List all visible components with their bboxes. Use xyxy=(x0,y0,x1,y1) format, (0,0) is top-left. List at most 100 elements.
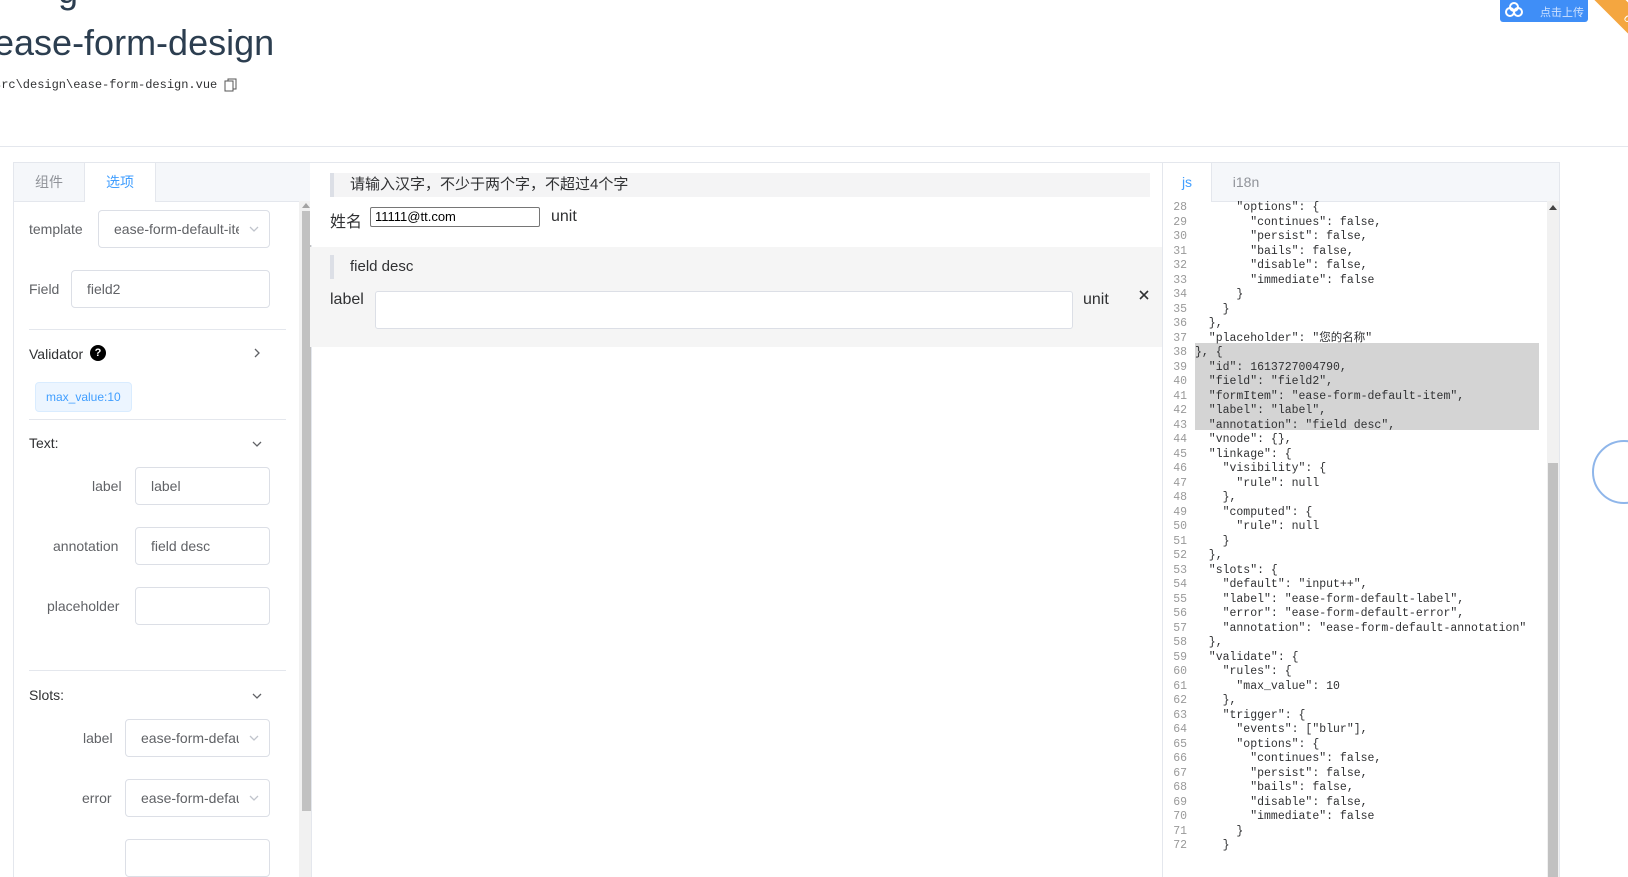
code-text: }, xyxy=(1195,317,1223,330)
code-text: "computed": { xyxy=(1195,505,1313,519)
code-text: "visibility": { xyxy=(1195,462,1327,475)
template-select[interactable]: ease-form-default-item xyxy=(98,210,270,248)
code-line: 52 }, xyxy=(1163,549,1547,564)
code-line: 39 "id": 1613727004790, xyxy=(1163,361,1547,376)
code-line: 58 }, xyxy=(1163,636,1547,651)
code-line: 53 "slots": { xyxy=(1163,564,1547,579)
line-number: 52 xyxy=(1173,549,1187,562)
code-line: 72 } xyxy=(1163,839,1547,854)
tab-i18n[interactable]: i18n xyxy=(1211,163,1281,201)
code-text: "options": { xyxy=(1195,737,1320,751)
code-line: 55 "label": "ease-form-default-label", xyxy=(1163,593,1547,608)
tab-components[interactable]: 组件 xyxy=(14,163,84,201)
code-line: 54 "default": "input++", xyxy=(1163,578,1547,593)
code-text: "vnode": {}, xyxy=(1195,433,1292,446)
close-icon[interactable] xyxy=(1138,289,1150,301)
page-title: ease-form-design xyxy=(0,22,275,63)
line-number: 29 xyxy=(1173,215,1187,229)
annotation-input[interactable]: field desc xyxy=(135,527,270,565)
text-label-input[interactable]: label xyxy=(135,467,270,505)
line-number: 34 xyxy=(1173,288,1187,301)
scrollbar-thumb[interactable] xyxy=(1548,463,1558,877)
code-text: "options": { xyxy=(1195,201,1320,214)
code-line: 35 } xyxy=(1163,303,1547,318)
field-input[interactable]: field2 xyxy=(71,270,270,308)
code-text: "events": ["blur"], xyxy=(1195,723,1368,736)
code-text: } xyxy=(1195,824,1244,838)
code-text: }, xyxy=(1195,636,1223,649)
line-number: 61 xyxy=(1173,679,1187,693)
floating-circle-button[interactable] xyxy=(1592,440,1628,504)
code-text: "annotation": "ease-form-default-annotat… xyxy=(1195,621,1527,635)
form-field-2[interactable]: field desc label unit xyxy=(310,247,1162,347)
divider xyxy=(29,670,286,671)
code-text: }, xyxy=(1195,694,1237,707)
validator-label: Validator xyxy=(29,346,84,362)
slot-label-select[interactable]: ease-form-default-label xyxy=(125,719,270,757)
code-text: "default": "input++", xyxy=(1195,578,1368,591)
code-line: 33 "immediate": false xyxy=(1163,274,1547,289)
line-number: 47 xyxy=(1173,476,1187,490)
slot-annotation-select[interactable] xyxy=(125,839,270,877)
tab-js[interactable]: js xyxy=(1163,163,1212,202)
line-number: 70 xyxy=(1173,810,1187,823)
field-1-unit: unit xyxy=(551,208,577,225)
code-text: "label": "ease-form-default-label", xyxy=(1195,592,1465,606)
options-panel: 组件 选项 template ease-form-default-item Fi… xyxy=(13,162,312,877)
code-text: } xyxy=(1195,534,1230,548)
field-1-annotation: 请输入汉字，不少于两个字，不超过4个字 xyxy=(330,173,1150,197)
code-text: "persist": false, xyxy=(1195,230,1368,243)
template-select-value: ease-form-default-item xyxy=(114,221,239,237)
code-text: "error": "ease-form-default-error", xyxy=(1195,607,1465,620)
code-line: 43 "annotation": "field desc", xyxy=(1163,419,1547,434)
line-number: 68 xyxy=(1173,781,1187,794)
tab-options[interactable]: 选项 xyxy=(84,163,156,202)
file-path: src\design\ease-form-design.vue xyxy=(0,78,218,92)
code-text: "persist": false, xyxy=(1195,766,1368,780)
code-line: 34 } xyxy=(1163,288,1547,303)
code-text: "rules": { xyxy=(1195,665,1292,678)
chevron-right-icon[interactable] xyxy=(252,348,262,358)
form-field-1[interactable]: 请输入汉字，不少于两个字，不超过4个字 姓名 11111@tt.com unit xyxy=(310,163,1162,245)
field-1-input[interactable]: 11111@tt.com xyxy=(370,207,540,227)
code-line: 71 } xyxy=(1163,825,1547,840)
code-line: 40 "field": "field2", xyxy=(1163,375,1547,390)
code-line: 57 "annotation": "ease-form-default-anno… xyxy=(1163,622,1547,637)
code-viewer[interactable]: 28 "options": {29 "continues": false, 30 … xyxy=(1163,201,1547,877)
code-text: "max_value": 10 xyxy=(1195,679,1340,693)
chevron-down-icon[interactable] xyxy=(252,691,262,701)
slot-error-select[interactable]: ease-form-default-error xyxy=(125,779,270,817)
code-text: "disable": false, xyxy=(1195,259,1368,272)
code-line: 67 "persist": false, xyxy=(1163,767,1547,782)
code-line: 38}, { xyxy=(1163,346,1547,361)
code-tabs: js i18n xyxy=(1163,163,1559,202)
code-text: }, xyxy=(1195,491,1237,504)
scroll-up-arrow-icon[interactable] xyxy=(302,203,310,208)
annotation-input-value: field desc xyxy=(151,538,211,554)
placeholder-label: placeholder xyxy=(47,598,120,614)
field-2-input[interactable] xyxy=(375,291,1073,329)
copy-icon[interactable] xyxy=(224,78,238,92)
code-line: 30 "persist": false, xyxy=(1163,230,1547,245)
code-text: "annotation": "field desc", xyxy=(1195,418,1396,432)
line-number: 58 xyxy=(1173,636,1187,649)
code-text: "rule": null xyxy=(1195,476,1320,490)
placeholder-input[interactable] xyxy=(135,587,270,625)
code-line: 65 "options": { xyxy=(1163,738,1547,753)
line-number: 48 xyxy=(1173,491,1187,504)
code-line: 64 "events": ["blur"], xyxy=(1163,723,1547,738)
line-number: 42 xyxy=(1173,404,1187,417)
github-ribbon[interactable]: on G xyxy=(1575,0,1628,70)
line-number: 57 xyxy=(1173,621,1187,635)
validator-tag[interactable]: max_value:10 xyxy=(35,382,132,412)
code-line: 61 "max_value": 10 xyxy=(1163,680,1547,695)
scroll-up-arrow-icon[interactable] xyxy=(1549,205,1557,210)
line-number: 50 xyxy=(1173,520,1187,533)
slot-error-select-value: ease-form-default-error xyxy=(141,790,239,806)
code-line: 44 "vnode": {}, xyxy=(1163,433,1547,448)
field-2-label: label xyxy=(330,291,364,308)
line-number: 54 xyxy=(1173,578,1187,591)
chevron-down-icon[interactable] xyxy=(252,439,262,449)
divider xyxy=(29,419,286,420)
question-circle-icon[interactable]: ? xyxy=(90,345,106,361)
